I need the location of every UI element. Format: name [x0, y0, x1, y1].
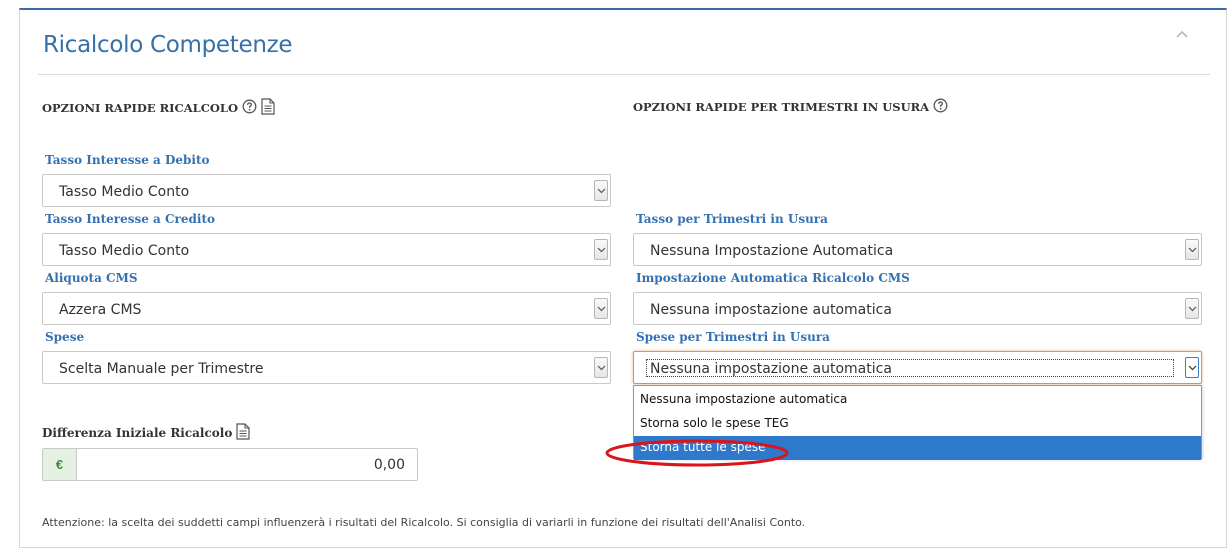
differenza-input[interactable]: € 0,00: [42, 448, 418, 481]
dropdown-option[interactable]: Nessuna impostazione automatica: [634, 388, 1201, 412]
help-icon[interactable]: [933, 98, 948, 116]
spese-usura-label: Spese per Trimestri in Usura: [636, 330, 830, 344]
right-section-heading-text: OPZIONI RAPIDE PER TRIMESTRI IN USURA: [633, 100, 930, 114]
dropdown-option[interactable]: Storna solo le spese TEG: [634, 412, 1201, 436]
cms-auto-label: Impostazione Automatica Ricalcolo CMS: [636, 271, 910, 285]
tasso-debito-value: Tasso Medio Conto: [59, 184, 190, 200]
differenza-value: 0,00: [373, 457, 405, 473]
chevron-down-icon[interactable]: [594, 239, 608, 260]
help-icon[interactable]: [242, 99, 257, 117]
cms-auto-select[interactable]: Nessuna impostazione automatica: [633, 292, 1202, 325]
tasso-credito-select[interactable]: Tasso Medio Conto: [42, 233, 611, 266]
title-divider: [38, 74, 1210, 75]
spese-usura-select[interactable]: Nessuna impostazione automatica: [633, 351, 1202, 384]
cms-auto-value: Nessuna impostazione automatica: [650, 302, 892, 318]
chevron-down-icon[interactable]: [1185, 239, 1199, 260]
chevron-down-icon[interactable]: [1185, 357, 1199, 378]
spese-select[interactable]: Scelta Manuale per Trimestre: [42, 351, 611, 384]
aliquota-cms-label: Aliquota CMS: [45, 271, 138, 285]
aliquota-cms-select[interactable]: Azzera CMS: [42, 292, 611, 325]
collapse-chevron-icon[interactable]: [1173, 26, 1191, 44]
spese-usura-value: Nessuna impostazione automatica: [650, 361, 892, 377]
tasso-debito-select[interactable]: Tasso Medio Conto: [42, 174, 611, 207]
tasso-debito-label: Tasso Interesse a Debito: [45, 153, 210, 167]
tasso-usura-value: Nessuna Impostazione Automatica: [650, 243, 894, 259]
left-section-heading-text: OPZIONI RAPIDE RICALCOLO: [42, 101, 238, 115]
tasso-credito-label: Tasso Interesse a Credito: [45, 212, 216, 226]
right-section-heading: OPZIONI RAPIDE PER TRIMESTRI IN USURA: [633, 98, 948, 116]
differenza-heading: Differenza Iniziale Ricalcolo: [42, 423, 250, 443]
ricalcolo-panel: Ricalcolo Competenze OPZIONI RAPIDE RICA…: [19, 8, 1227, 548]
currency-addon: €: [43, 449, 77, 480]
document-icon[interactable]: [236, 423, 250, 443]
tasso-usura-label: Tasso per Trimestri in Usura: [636, 212, 828, 226]
aliquota-cms-value: Azzera CMS: [59, 302, 142, 318]
differenza-label: Differenza Iniziale Ricalcolo: [42, 426, 233, 440]
document-icon[interactable]: [261, 98, 275, 118]
left-section-heading: OPZIONI RAPIDE RICALCOLO: [42, 98, 275, 118]
spese-value: Scelta Manuale per Trimestre: [59, 361, 264, 377]
panel-title: Ricalcolo Competenze: [43, 32, 293, 58]
red-annotation-ellipse: [605, 439, 789, 467]
chevron-down-icon[interactable]: [594, 357, 608, 378]
chevron-down-icon[interactable]: [594, 180, 608, 201]
spese-label: Spese: [45, 330, 85, 344]
tasso-usura-select[interactable]: Nessuna Impostazione Automatica: [633, 233, 1202, 266]
chevron-down-icon[interactable]: [1185, 298, 1199, 319]
warning-note: Attenzione: la scelta dei suddetti campi…: [42, 516, 806, 529]
chevron-down-icon[interactable]: [594, 298, 608, 319]
tasso-credito-value: Tasso Medio Conto: [59, 243, 190, 259]
